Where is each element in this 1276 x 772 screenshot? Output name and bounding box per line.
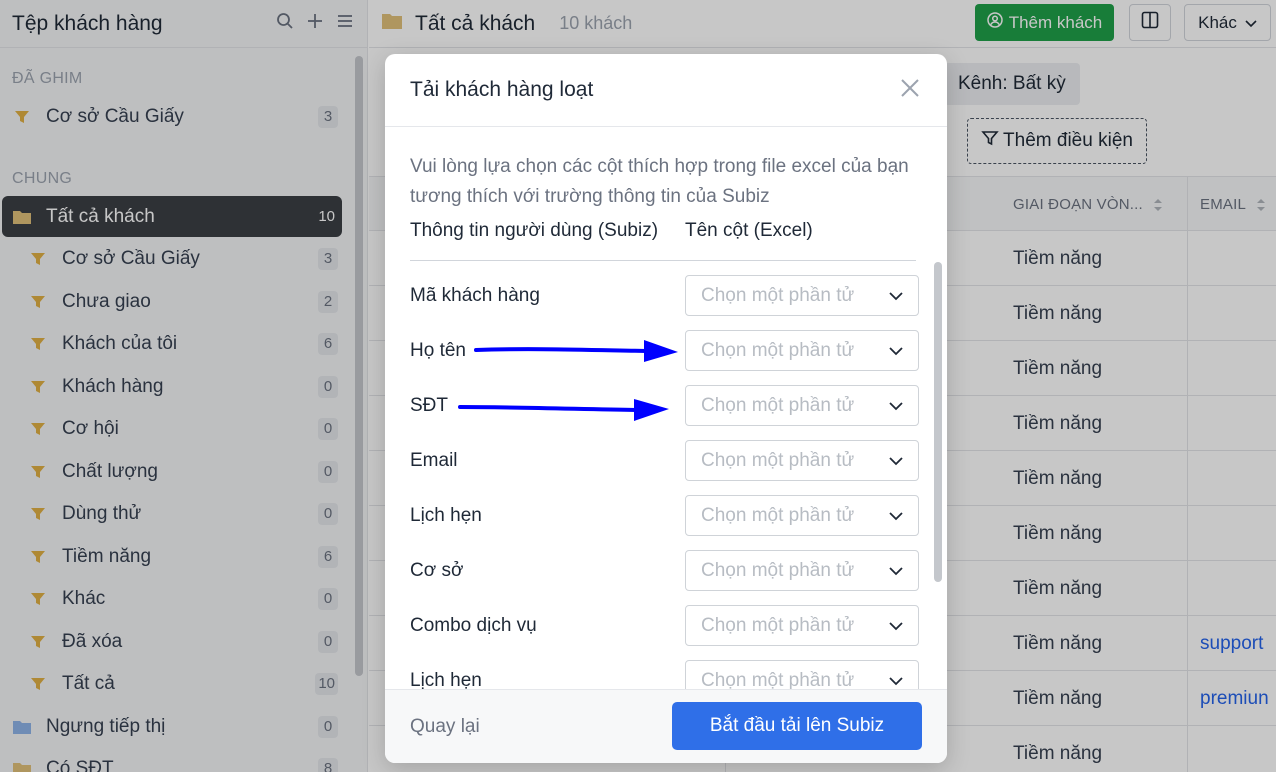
select-placeholder: Chọn một phần tử bbox=[701, 394, 855, 416]
close-button[interactable] bbox=[898, 78, 922, 102]
column-select[interactable]: Chọn một phần tử bbox=[685, 330, 919, 371]
chevron-down-icon bbox=[889, 450, 903, 472]
column-header-user-info: Thông tin người dùng (Subiz) bbox=[410, 220, 659, 241]
back-button[interactable]: Quay lại bbox=[410, 690, 480, 763]
start-upload-button[interactable]: Bắt đầu tải lên Subiz bbox=[672, 702, 922, 750]
column-select[interactable]: Chọn một phần tử bbox=[685, 440, 919, 481]
chevron-down-icon bbox=[889, 285, 903, 307]
field-label: Mã khách hàng bbox=[410, 284, 540, 306]
mapping-row: Mã khách hàng Chọn một phần tử bbox=[385, 275, 925, 330]
field-mapping-list: Mã khách hàng Chọn một phần tử Họ tên Ch… bbox=[385, 261, 947, 689]
column-select[interactable]: Chọn một phần tử bbox=[685, 605, 919, 646]
mapping-row: Họ tên Chọn một phần tử bbox=[385, 330, 925, 385]
chevron-down-icon bbox=[889, 615, 903, 637]
chevron-down-icon bbox=[889, 395, 903, 417]
modal-scrollbar[interactable] bbox=[934, 262, 942, 582]
mapping-row: Combo dịch vụ Chọn một phần tử bbox=[385, 605, 925, 660]
chevron-down-icon bbox=[889, 560, 903, 582]
field-label: SĐT bbox=[410, 394, 448, 416]
select-placeholder: Chọn một phần tử bbox=[701, 284, 855, 306]
modal-title: Tải khách hàng loạt bbox=[410, 78, 594, 101]
field-label: Họ tên bbox=[410, 339, 466, 361]
column-header-excel: Tên cột (Excel) bbox=[685, 220, 813, 241]
select-placeholder: Chọn một phần tử bbox=[701, 559, 855, 581]
mapping-row: Lịch hẹn Chọn một phần tử bbox=[385, 660, 925, 689]
modal-header: Tải khách hàng loạt bbox=[385, 54, 947, 127]
select-placeholder: Chọn một phần tử bbox=[701, 339, 855, 361]
mapping-row: Lịch hẹn Chọn một phần tử bbox=[385, 495, 925, 550]
select-placeholder: Chọn một phần tử bbox=[701, 504, 855, 526]
modal-footer: Quay lại Bắt đầu tải lên Subiz bbox=[385, 689, 947, 763]
modal-description: Vui lòng lựa chọn các cột thích hợp tron… bbox=[410, 156, 909, 207]
mapping-row: Email Chọn một phần tử bbox=[385, 440, 925, 495]
column-select[interactable]: Chọn một phần tử bbox=[685, 385, 919, 426]
chevron-down-icon bbox=[889, 340, 903, 362]
chevron-down-icon bbox=[889, 670, 903, 690]
mapping-row: SĐT Chọn một phần tử bbox=[385, 385, 925, 440]
field-label: Lịch hẹn bbox=[410, 504, 482, 526]
column-select[interactable]: Chọn một phần tử bbox=[685, 550, 919, 591]
mapping-row: Cơ sở Chọn một phần tử bbox=[385, 550, 925, 605]
field-label: Cơ sở bbox=[410, 559, 464, 581]
select-placeholder: Chọn một phần tử bbox=[701, 669, 855, 690]
column-select[interactable]: Chọn một phần tử bbox=[685, 660, 919, 689]
bulk-upload-modal: Tải khách hàng loạt Vui lòng lựa chọn cá… bbox=[385, 54, 947, 763]
column-select[interactable]: Chọn một phần tử bbox=[685, 275, 919, 316]
field-label: Email bbox=[410, 449, 458, 471]
close-icon bbox=[901, 78, 919, 102]
select-placeholder: Chọn một phần tử bbox=[701, 449, 855, 471]
field-label: Lịch hẹn bbox=[410, 669, 482, 690]
field-label: Combo dịch vụ bbox=[410, 614, 537, 636]
column-select[interactable]: Chọn một phần tử bbox=[685, 495, 919, 536]
select-placeholder: Chọn một phần tử bbox=[701, 614, 855, 636]
chevron-down-icon bbox=[889, 505, 903, 527]
